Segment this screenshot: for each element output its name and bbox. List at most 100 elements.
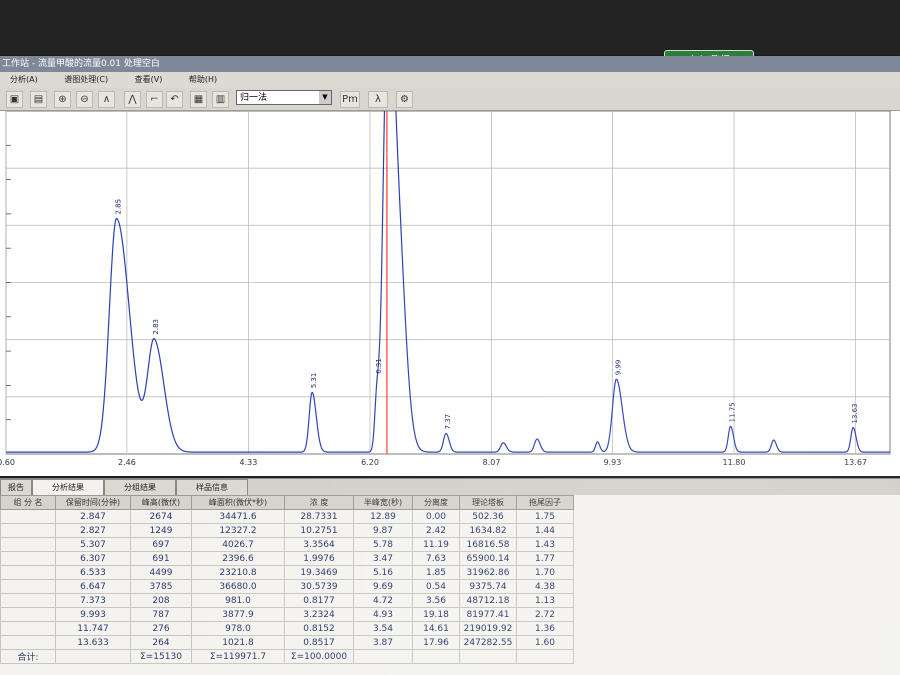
table-cell: 2396.6 xyxy=(191,551,285,566)
table-row[interactable]: 2.827 1249 12327.2 10.2751 9.87 2.42 1634.82 1.… xyxy=(0,523,574,538)
table-row[interactable]: 13.633 264 1021.8 0.8517 3.87 17.96 247282.55 1… xyxy=(0,635,574,650)
menu-view[interactable]: 查看(V) xyxy=(135,75,163,84)
table-cell: 7.373 xyxy=(55,593,131,608)
table-cell: 48712.18 xyxy=(459,593,517,608)
table-cell: 3877.9 xyxy=(191,607,285,622)
save-icon[interactable]: ▣ xyxy=(6,91,23,108)
table-cell: 36680.0 xyxy=(191,579,285,594)
table-row[interactable]: 11.747 276 978.0 0.8152 3.54 14.61 219019.92 1.… xyxy=(0,621,574,636)
table-cell: 1.85 xyxy=(412,565,460,580)
tab-analysis-results[interactable]: 分析结果 xyxy=(32,479,104,496)
x-tick-label: 11.80 xyxy=(723,458,746,467)
table-cell: 0.8177 xyxy=(284,593,354,608)
table-cell: 1.13 xyxy=(516,593,574,608)
table-row[interactable]: 5.307 697 4026.7 3.3564 5.78 11.19 16816.58 1.4… xyxy=(0,537,574,552)
print-icon[interactable]: ▤ xyxy=(30,91,47,108)
results-table[interactable]: 组 分 名 保留时间(分钟) 峰高(微伏) 峰面积(微伏*秒) 浓 度 半峰宽(… xyxy=(0,495,574,664)
table-row[interactable]: 6.307 691 2396.6 1.9976 3.47 7.63 65900.14 1.77 xyxy=(0,551,574,566)
table-cell: 2.847 xyxy=(55,509,131,524)
table-cell: 3.54 xyxy=(353,621,413,636)
table-cell: 502.36 xyxy=(459,509,517,524)
col-tailing-factor[interactable]: 拖尾因子 xyxy=(516,495,574,510)
table-cell: 4.38 xyxy=(516,579,574,594)
col-concentration[interactable]: 浓 度 xyxy=(284,495,354,510)
col-retention-time[interactable]: 保留时间(分钟) xyxy=(55,495,131,510)
quant-method-select[interactable]: 归一法 ▼ xyxy=(236,90,332,105)
table-row[interactable]: 6.533 4499 23210.8 19.3469 5.16 1.85 31962.86 1… xyxy=(0,565,574,580)
table-cell: 691 xyxy=(130,551,192,566)
tab-sample-info[interactable]: 样品信息 xyxy=(176,479,248,496)
zoom-out-icon[interactable]: ⊖ xyxy=(76,91,93,108)
peak-icon[interactable]: ∧ xyxy=(98,91,115,108)
table-cell: 合计: xyxy=(0,649,56,664)
table-cell: 1.43 xyxy=(516,537,574,552)
chromatogram-panel[interactable]: 0.60 2.46 4.33 6.20 8.07 9.93 11.80 13.67 2.85 2.… xyxy=(0,111,900,476)
table-cell: 13.633 xyxy=(55,635,131,650)
p-button[interactable]: Pm xyxy=(340,91,360,108)
col-peak-height[interactable]: 峰高(微伏) xyxy=(130,495,192,510)
table-cell: 81977.41 xyxy=(459,607,517,622)
table-cell: 787 xyxy=(130,607,192,622)
undo-icon[interactable]: ↶ xyxy=(166,91,183,108)
table-cell: 4026.7 xyxy=(191,537,285,552)
table-row[interactable]: 7.373 208 981.0 0.8177 4.72 3.56 48712.18 1.13 xyxy=(0,593,574,608)
table-icon[interactable]: ▥ xyxy=(212,91,229,108)
table-cell: 0.8152 xyxy=(284,621,354,636)
table-cell: 34471.6 xyxy=(191,509,285,524)
table-cell: 12.89 xyxy=(353,509,413,524)
x-tick-label: 6.20 xyxy=(361,458,379,467)
table-cell: 65900.14 xyxy=(459,551,517,566)
result-tabs: 报告 分析结果 分组结果 样品信息 xyxy=(0,478,900,496)
screen-bezel-top xyxy=(0,0,900,55)
report-icon[interactable]: ▦ xyxy=(190,91,207,108)
table-cell: 19.3469 xyxy=(284,565,354,580)
results-table-body: 2.847 2674 34471.6 28.7331 12.89 0.00 502.36 1.… xyxy=(0,509,574,664)
col-component-name[interactable]: 组 分 名 xyxy=(0,495,56,510)
col-theoretical-plates[interactable]: 理论塔板 xyxy=(459,495,517,510)
table-row[interactable]: 2.847 2674 34471.6 28.7331 12.89 0.00 502.36 1.… xyxy=(0,509,574,524)
col-peak-area[interactable]: 峰面积(微伏*秒) xyxy=(191,495,285,510)
table-cell: 1.9976 xyxy=(284,551,354,566)
zoom-in-icon[interactable]: ⊕ xyxy=(54,91,71,108)
lambda-button[interactable]: λ xyxy=(368,91,388,108)
table-cell: 23210.8 xyxy=(191,565,285,580)
table-cell: 2.72 xyxy=(516,607,574,622)
table-row[interactable]: 9.993 787 3877.9 3.2324 4.93 19.18 81977.41 2.7… xyxy=(0,607,574,622)
menu-help[interactable]: 帮助(H) xyxy=(189,75,217,84)
table-cell: 2.827 xyxy=(55,523,131,538)
menu-analysis[interactable]: 分析(A) xyxy=(10,75,38,84)
table-total-row[interactable]: 合计: Σ=15130 Σ=119971.7 Σ=100.0000 xyxy=(0,649,574,664)
table-cell: 3.2324 xyxy=(284,607,354,622)
col-half-width[interactable]: 半峰宽(秒) xyxy=(353,495,413,510)
x-tick-label: 0.60 xyxy=(0,458,15,467)
peak-label: 6.31 xyxy=(375,358,383,374)
tab-group-results[interactable]: 分组结果 xyxy=(104,479,176,496)
table-header-row: 组 分 名 保留时间(分钟) 峰高(微伏) 峰面积(微伏*秒) 浓 度 半峰宽(… xyxy=(0,495,574,510)
tab-report[interactable]: 报告 xyxy=(0,479,32,496)
chevron-down-icon[interactable]: ▼ xyxy=(319,91,331,104)
table-cell: 1634.82 xyxy=(459,523,517,538)
table-cell: 14.61 xyxy=(412,621,460,636)
table-cell: 6.533 xyxy=(55,565,131,580)
table-cell xyxy=(353,649,413,664)
settings-icon[interactable]: ⚙ xyxy=(396,91,413,108)
chromatogram-chart[interactable]: 0.60 2.46 4.33 6.20 8.07 9.93 11.80 13.67 2.85 2.… xyxy=(0,111,900,476)
table-cell: 3785 xyxy=(130,579,192,594)
integrate-icon[interactable]: ⋀ xyxy=(124,91,141,108)
table-cell: 5.307 xyxy=(55,537,131,552)
table-cell: 697 xyxy=(130,537,192,552)
col-resolution[interactable]: 分离度 xyxy=(412,495,460,510)
table-cell: 9375.74 xyxy=(459,579,517,594)
table-row[interactable]: 6.647 3785 36680.0 30.5739 9.69 0.54 9375.74 4.… xyxy=(0,579,574,594)
menu-chromatogram[interactable]: 谱图处理(C) xyxy=(64,75,108,84)
table-cell: Σ=100.0000 xyxy=(284,649,354,664)
table-cell: 6.307 xyxy=(55,551,131,566)
table-cell: 5.16 xyxy=(353,565,413,580)
table-cell xyxy=(0,635,56,650)
baseline-icon[interactable]: ⌐ xyxy=(146,91,163,108)
table-cell: 16816.58 xyxy=(459,537,517,552)
table-cell: 4.72 xyxy=(353,593,413,608)
peak-label: 9.99 xyxy=(614,360,622,376)
table-cell: 11.19 xyxy=(412,537,460,552)
table-cell: 1.44 xyxy=(516,523,574,538)
